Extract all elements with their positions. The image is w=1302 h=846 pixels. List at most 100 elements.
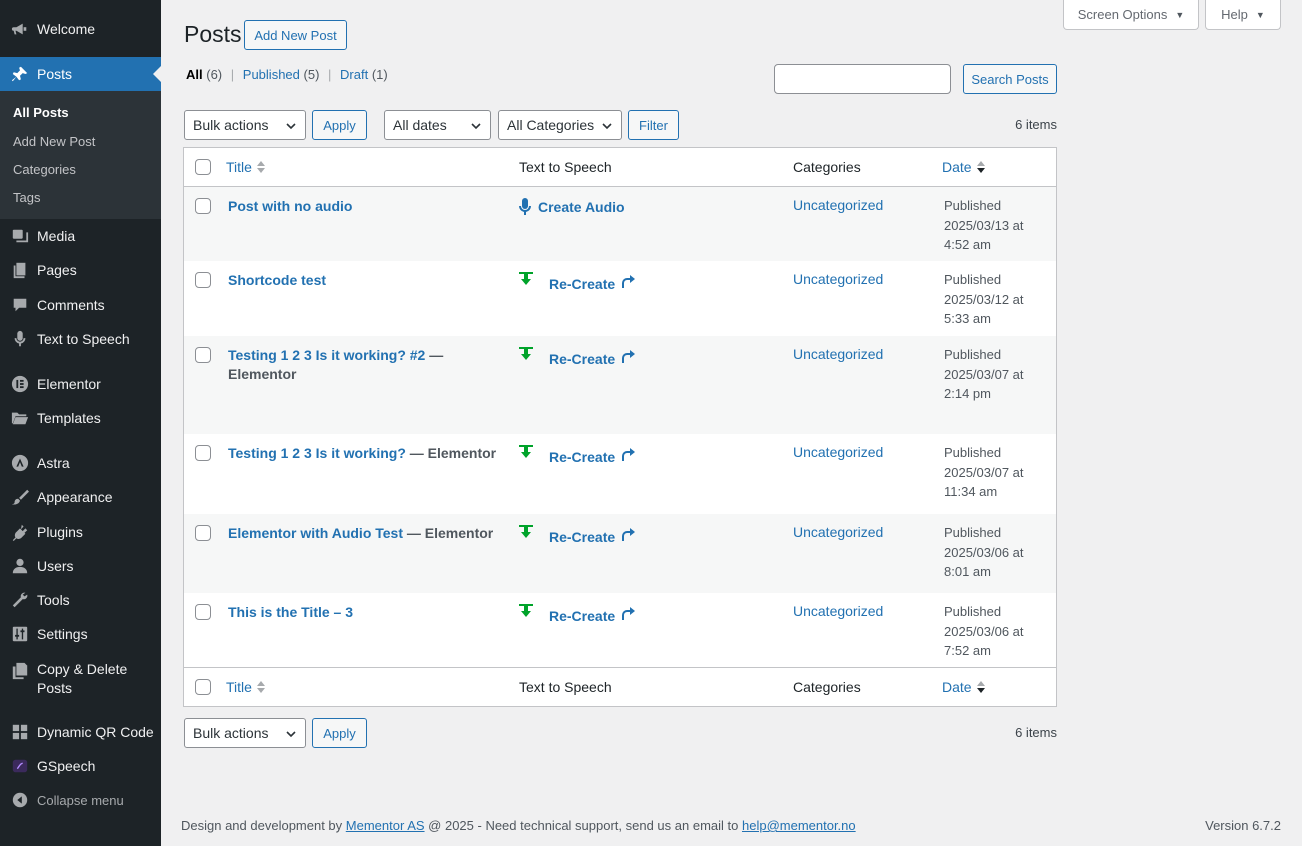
post-title-link[interactable]: This is the Title – 3 xyxy=(228,604,353,620)
submenu-categories[interactable]: Categories xyxy=(13,162,76,177)
row-checkbox[interactable] xyxy=(195,198,211,214)
sidebar-item-copy-delete-posts[interactable]: Copy & Delete Posts xyxy=(0,656,161,700)
download-audio-icon xyxy=(519,525,533,538)
post-title-link[interactable]: Testing 1 2 3 Is it working? xyxy=(228,445,406,461)
select-all-checkbox-bottom[interactable] xyxy=(195,679,211,695)
sidebar-item-label: Welcome xyxy=(37,21,96,37)
tts-cell: Re-Create xyxy=(518,271,636,292)
post-status: Published xyxy=(944,347,1002,362)
filter-all-link[interactable]: All xyxy=(186,67,203,82)
copy-icon xyxy=(0,660,37,680)
post-title-link[interactable]: Testing 1 2 3 Is it working? #2 xyxy=(228,347,425,363)
page-title: Posts xyxy=(184,21,242,47)
sidebar-item-appearance[interactable]: Appearance xyxy=(0,480,161,514)
apply-button-bottom[interactable]: Apply xyxy=(312,718,367,748)
sidebar-item-templates[interactable]: Templates xyxy=(0,401,161,435)
category-link[interactable]: Uncategorized xyxy=(793,197,883,213)
sidebar-item-text-to-speech[interactable]: Text to Speech xyxy=(0,322,161,356)
category-link[interactable]: Uncategorized xyxy=(793,444,883,460)
screen-options-button[interactable]: Screen Options ▼ xyxy=(1063,0,1199,30)
table-header: Title Text to Speech Categories Date xyxy=(184,148,1056,187)
post-status: Published xyxy=(944,198,1002,213)
row-checkbox[interactable] xyxy=(195,445,211,461)
sidebar-item-comments[interactable]: Comments xyxy=(0,288,161,322)
create-audio-link[interactable]: Create Audio xyxy=(538,199,625,215)
sidebar-item-settings[interactable]: Settings xyxy=(0,617,161,651)
category-link[interactable]: Uncategorized xyxy=(793,346,883,362)
category-link[interactable]: Uncategorized xyxy=(793,524,883,540)
recreate-audio-link[interactable]: Re-Create xyxy=(549,276,615,292)
filter-published-link[interactable]: Published xyxy=(243,67,300,82)
category-link[interactable]: Uncategorized xyxy=(793,271,883,287)
post-date: 2025/03/07 at xyxy=(944,366,1024,382)
submenu-tags[interactable]: Tags xyxy=(13,190,40,205)
sidebar-item-label: Media xyxy=(37,228,76,244)
collapse-menu-button[interactable]: Collapse menu xyxy=(0,783,161,817)
post-title-link[interactable]: Shortcode test xyxy=(228,272,326,288)
row-checkbox[interactable] xyxy=(195,272,211,288)
row-checkbox[interactable] xyxy=(195,347,211,363)
column-date-sort[interactable]: Date xyxy=(942,159,986,175)
post-title-link[interactable]: Elementor with Audio Test xyxy=(228,525,403,541)
sidebar-item-elementor[interactable]: Elementor xyxy=(0,367,161,401)
sidebar-item-media[interactable]: Media xyxy=(0,219,161,253)
sidebar-item-dynamic-qr-code[interactable]: Dynamic QR Code xyxy=(0,715,161,749)
help-button[interactable]: Help ▼ xyxy=(1205,0,1281,30)
post-date: 2025/03/06 at xyxy=(944,623,1024,639)
select-all-checkbox[interactable] xyxy=(195,159,211,175)
post-state: — Elementor xyxy=(403,525,494,541)
download-audio-icon xyxy=(519,445,533,458)
separator: | xyxy=(230,67,235,82)
post-title-link[interactable]: Post with no audio xyxy=(228,198,352,214)
sidebar-item-label: Appearance xyxy=(37,489,113,505)
post-status: Published xyxy=(944,445,1002,460)
recreate-audio-link[interactable]: Re-Create xyxy=(549,351,615,367)
submenu-all-posts[interactable]: All Posts xyxy=(13,105,69,120)
sidebar-item-users[interactable]: Users xyxy=(0,549,161,583)
screen-options-label: Screen Options xyxy=(1077,7,1168,22)
sort-desc-icon xyxy=(976,161,985,173)
dates-filter-select[interactable]: All dates xyxy=(384,110,491,140)
footer-company-link[interactable]: Mementor AS xyxy=(346,818,425,833)
column-date-sort[interactable]: Date xyxy=(942,679,986,695)
footer-email-link[interactable]: help@mementor.no xyxy=(742,818,856,833)
filter-button[interactable]: Filter xyxy=(628,110,679,140)
plug-icon xyxy=(0,523,37,541)
submenu-add-new-post[interactable]: Add New Post xyxy=(13,134,95,149)
download-audio-icon xyxy=(519,347,533,360)
column-title-label: Title xyxy=(226,679,252,695)
bulk-actions-value: Bulk actions xyxy=(193,117,269,133)
recreate-audio-link[interactable]: Re-Create xyxy=(549,449,615,465)
category-link[interactable]: Uncategorized xyxy=(793,603,883,619)
column-title-sort[interactable]: Title xyxy=(226,159,266,175)
sidebar-item-tools[interactable]: Tools xyxy=(0,583,161,617)
chevron-down-icon xyxy=(471,123,481,130)
search-posts-button[interactable]: Search Posts xyxy=(963,64,1057,94)
categories-filter-select[interactable]: All Categories xyxy=(498,110,622,140)
title-cell: This is the Title – 3 xyxy=(228,603,488,622)
column-title-sort[interactable]: Title xyxy=(226,679,266,695)
apply-button[interactable]: Apply xyxy=(312,110,367,140)
sidebar-item-gspeech[interactable]: GSpeech xyxy=(0,749,161,783)
sidebar-item-pages[interactable]: Pages xyxy=(0,253,161,287)
row-checkbox[interactable] xyxy=(195,604,211,620)
sidebar-item-plugins[interactable]: Plugins xyxy=(0,515,161,549)
recreate-audio-link[interactable]: Re-Create xyxy=(549,529,615,545)
sidebar-item-astra[interactable]: Astra xyxy=(0,446,161,480)
bulk-actions-select-bottom[interactable]: Bulk actions xyxy=(184,718,306,748)
filter-draft-count: (1) xyxy=(371,67,388,82)
sidebar-item-label: Settings xyxy=(37,626,88,642)
bulk-actions-select[interactable]: Bulk actions xyxy=(184,110,306,140)
title-cell: Testing 1 2 3 Is it working? — Elementor xyxy=(228,444,508,463)
row-checkbox[interactable] xyxy=(195,525,211,541)
sidebar-item-posts[interactable]: Posts xyxy=(0,57,161,91)
search-input[interactable] xyxy=(774,64,951,94)
footer-middle: @ 2025 - Need technical support, send us… xyxy=(424,818,742,833)
sidebar-item-welcome[interactable]: Welcome xyxy=(0,12,161,46)
post-date: 2025/03/12 at xyxy=(944,291,1024,307)
filter-draft-link[interactable]: Draft xyxy=(340,67,368,82)
add-new-post-button[interactable]: Add New Post xyxy=(244,20,347,50)
recreate-audio-link[interactable]: Re-Create xyxy=(549,608,615,624)
post-state: — Elementor xyxy=(405,445,497,461)
chevron-down-icon xyxy=(286,123,296,130)
